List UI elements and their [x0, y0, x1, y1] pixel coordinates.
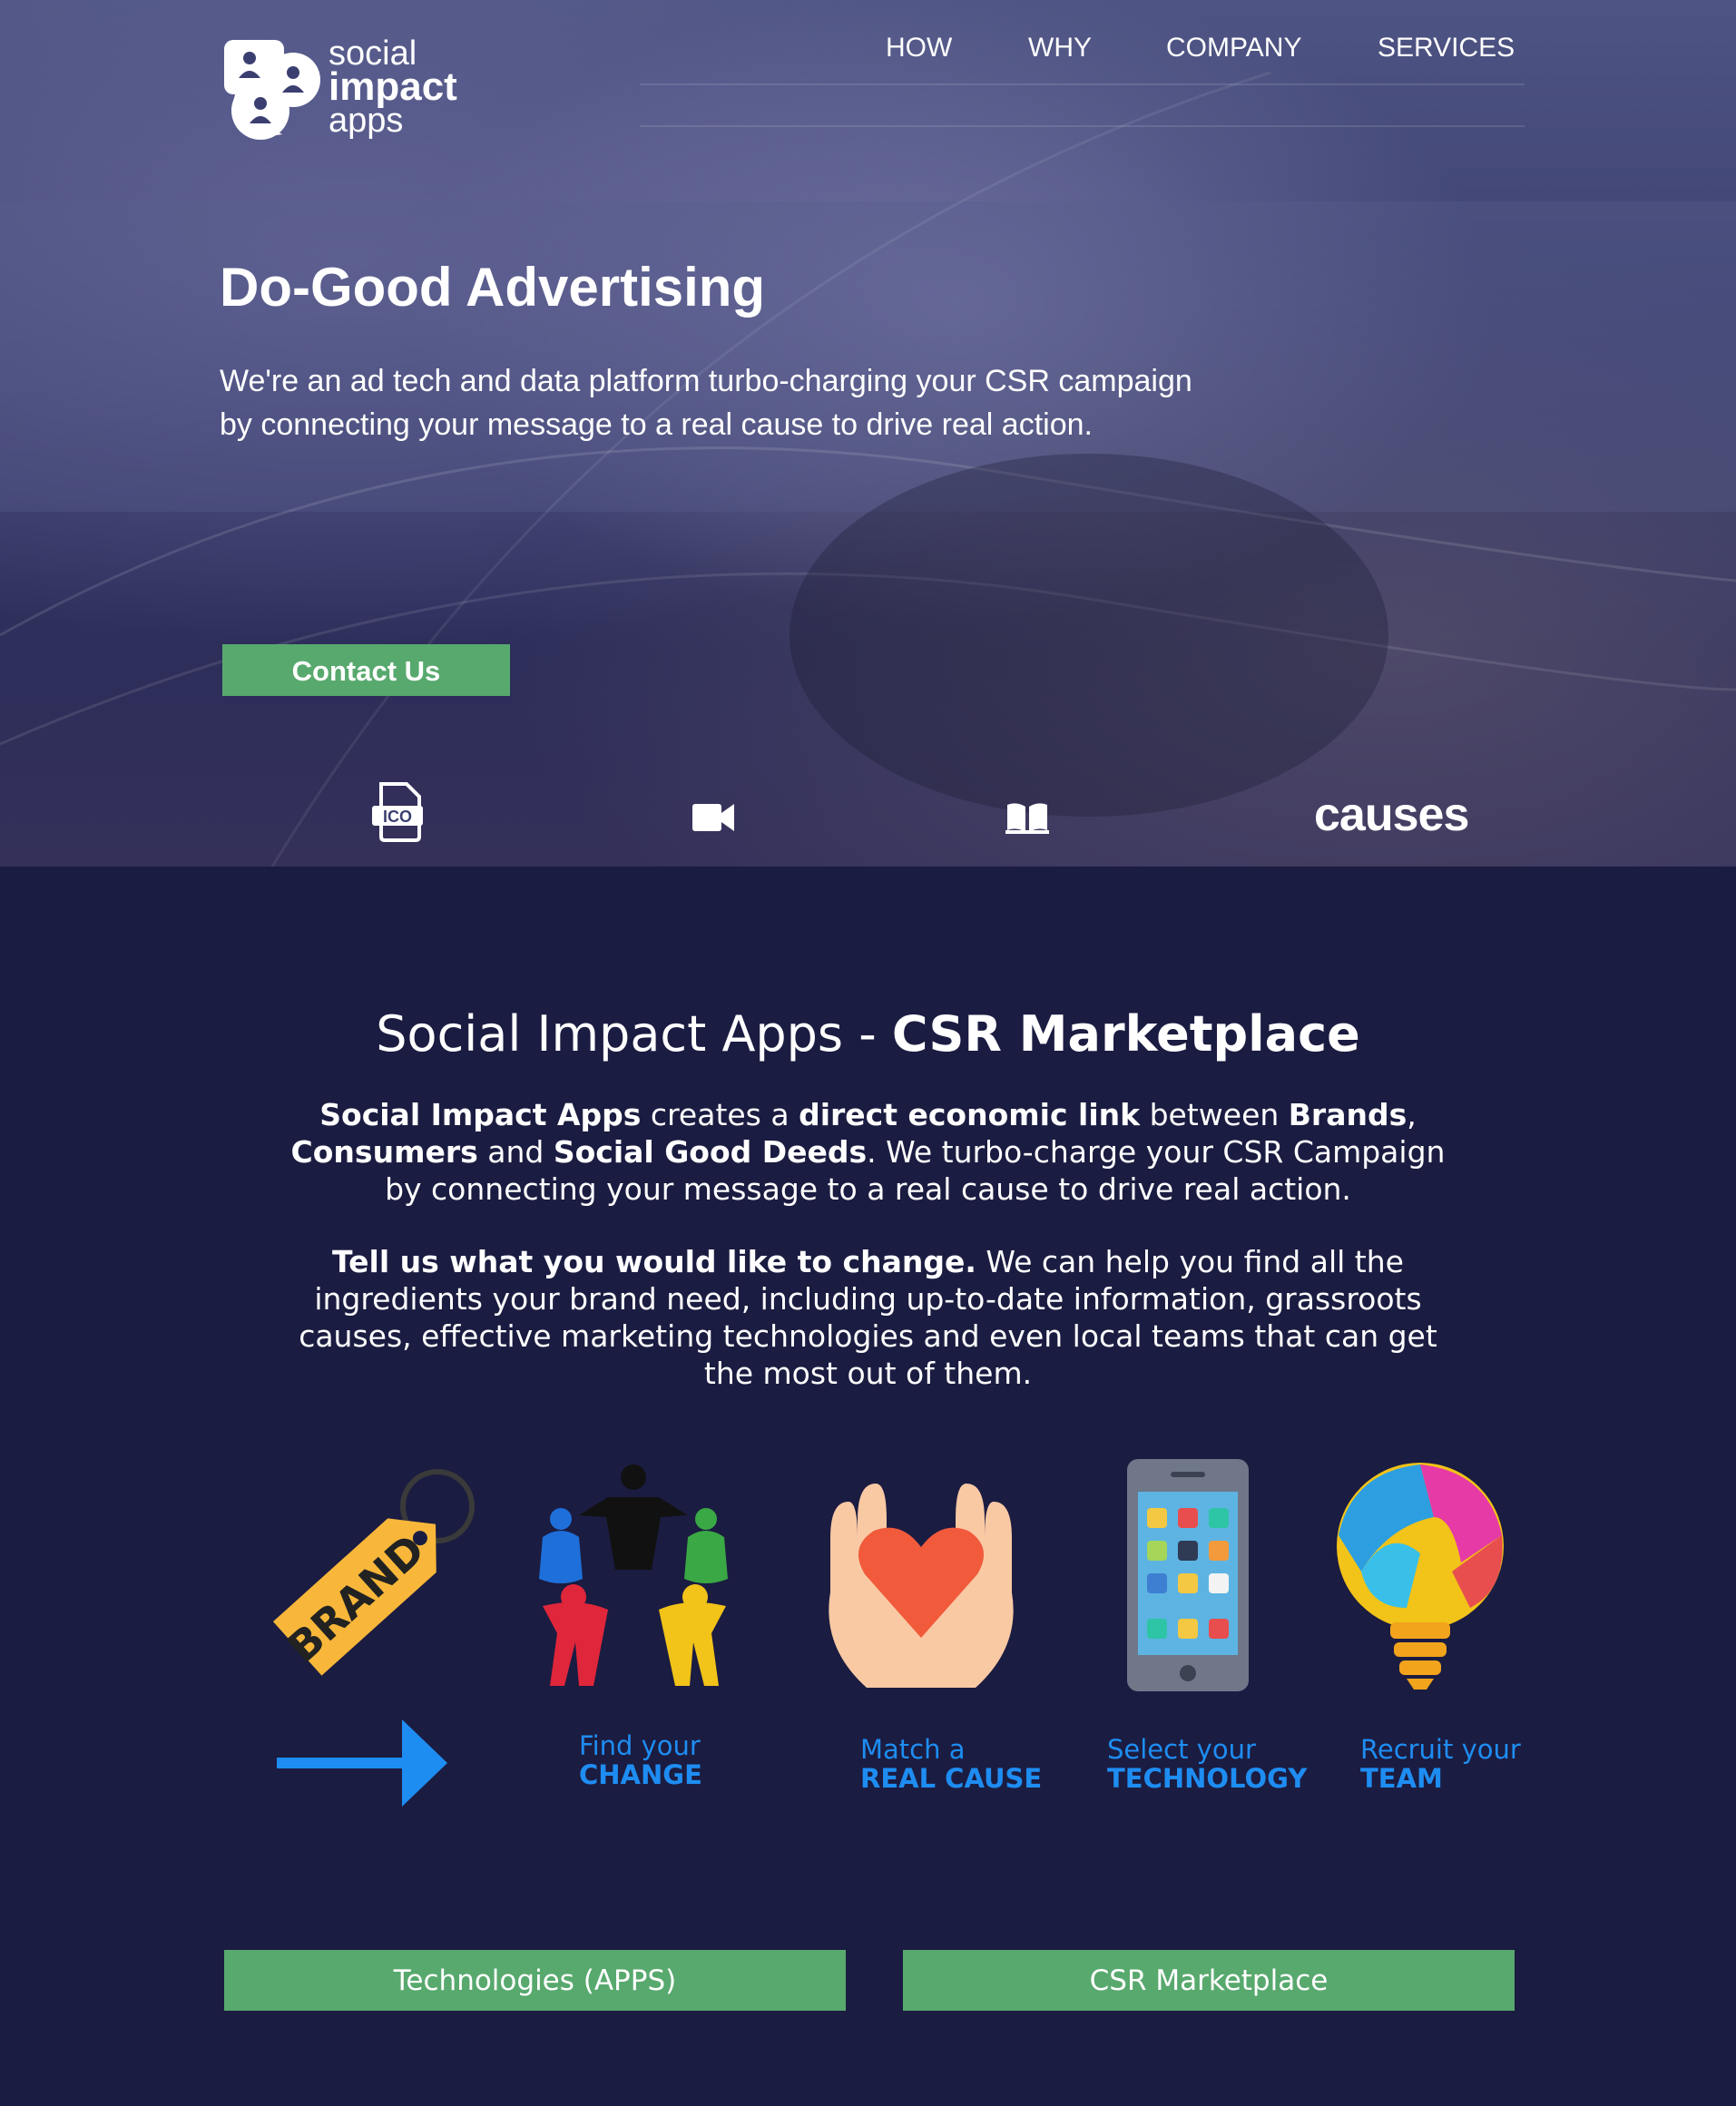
site-logo[interactable]: social impact apps — [222, 36, 467, 145]
people-circle-icon — [539, 1464, 728, 1686]
hero-section: social impact apps HOW WHY COMPANY SERVI… — [0, 0, 1736, 867]
step-2-line1: Match a — [860, 1734, 966, 1765]
step-4-line2: TEAM — [1360, 1763, 1443, 1794]
step-3-line2: TECHNOLOGY — [1107, 1763, 1308, 1794]
intro-bold-3: Brands — [1288, 1097, 1407, 1132]
intro-text-1: creates a — [641, 1097, 799, 1132]
step-select-technology[interactable]: Select your TECHNOLOGY — [1107, 1735, 1307, 1793]
nav-divider — [640, 125, 1525, 127]
marketplace-heading-light: Social Impact Apps - — [376, 1005, 892, 1063]
hero-subtitle-line2: by connecting your message to a real cau… — [220, 407, 1093, 442]
hands-heart-icon — [829, 1484, 1014, 1688]
smartphone-apps-icon — [1127, 1459, 1249, 1691]
intro-bold-1: Social Impact Apps — [319, 1097, 642, 1132]
intro-bold-2: direct economic link — [799, 1097, 1141, 1132]
logo-mark-icon — [224, 40, 320, 140]
video-camera-icon[interactable] — [692, 802, 736, 833]
nav-services[interactable]: SERVICES — [1378, 33, 1515, 64]
hero-title: Do-Good Advertising — [220, 257, 766, 318]
hero-subtitle: We're an ad tech and data platform turbo… — [220, 359, 1309, 446]
step-match-cause[interactable]: Match a REAL CAUSE — [860, 1735, 1042, 1793]
causes-logo[interactable]: causes — [1314, 788, 1469, 842]
nav-how[interactable]: HOW — [886, 33, 952, 64]
intro-bold-5: Social Good Deeds — [553, 1134, 868, 1170]
open-book-icon[interactable] — [1005, 799, 1049, 834]
intro-paragraph: Social Impact Apps creates a direct econ… — [272, 1096, 1464, 1208]
hero-subtitle-line1: We're an ad tech and data platform turbo… — [220, 364, 1192, 398]
contact-us-button[interactable]: Contact Us — [222, 644, 510, 696]
logo-wordmark: social impact apps — [329, 36, 457, 138]
change-bold-1: Tell us what you would like to change. — [332, 1244, 976, 1279]
step-3-line1: Select your — [1107, 1734, 1256, 1765]
ico-file-icon[interactable]: ICO — [370, 782, 425, 842]
lightbulb-team-icon — [1337, 1463, 1504, 1690]
brand-tag-icon: BRAND — [272, 1469, 475, 1676]
technologies-apps-button[interactable]: Technologies (APPS) — [224, 1950, 846, 2011]
step-1-line1: Find your — [579, 1730, 701, 1761]
nav-why[interactable]: WHY — [1028, 33, 1092, 64]
step-find-change[interactable]: Find your CHANGE — [579, 1731, 702, 1789]
change-paragraph: Tell us what you would like to change. W… — [272, 1243, 1464, 1392]
intro-bold-4: Consumers — [290, 1134, 478, 1170]
intro-text-3: , — [1407, 1097, 1417, 1132]
step-2-line2: REAL CAUSE — [860, 1763, 1043, 1794]
intro-text-2: between — [1140, 1097, 1289, 1132]
arrow-right-icon — [277, 1719, 447, 1807]
step-1-line2: CHANGE — [579, 1759, 702, 1790]
marketplace-heading: Social Impact Apps - CSR Marketplace — [0, 1005, 1736, 1063]
intro-text-4: and — [477, 1134, 554, 1170]
marketplace-heading-bold: CSR Marketplace — [891, 1005, 1360, 1063]
step-4-line1: Recruit your — [1360, 1734, 1521, 1765]
nav-company[interactable]: COMPANY — [1166, 33, 1301, 64]
csr-marketplace-button[interactable]: CSR Marketplace — [903, 1950, 1515, 2011]
step-recruit-team[interactable]: Recruit your TEAM — [1360, 1735, 1521, 1793]
svg-text:ICO: ICO — [383, 808, 412, 826]
nav-divider — [640, 83, 1525, 85]
